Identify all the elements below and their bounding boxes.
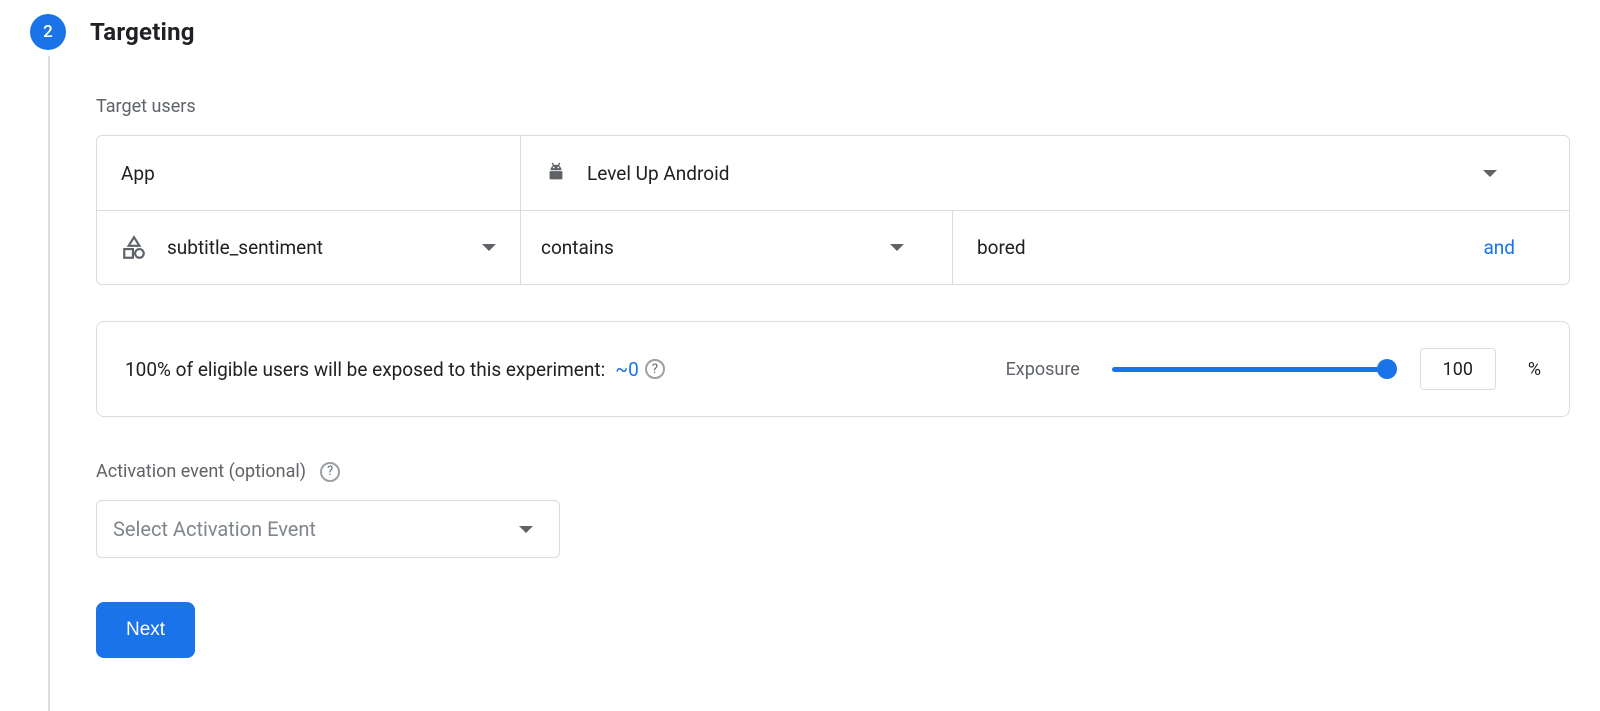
activation-event-label: Activation event (optional) [96,461,306,482]
condition-property-value: subtitle_sentiment [167,236,462,259]
activation-event-placeholder: Select Activation Event [113,517,316,541]
next-button[interactable]: Next [96,602,195,658]
exposure-label: Exposure [1006,359,1080,380]
slider-thumb[interactable] [1377,359,1397,379]
step-title: Targeting [90,18,195,46]
add-condition-and[interactable]: and [1483,236,1515,259]
chevron-down-icon [482,244,496,251]
target-app-select[interactable]: Level Up Android [521,136,1569,210]
slider-track [1112,367,1388,372]
chevron-down-icon [519,526,533,533]
exposure-slider[interactable] [1112,359,1388,379]
help-icon[interactable]: ? [320,462,340,482]
chevron-down-icon [1483,170,1497,177]
step-number-badge: 2 [30,14,66,50]
target-app-row-label: App [97,136,521,210]
condition-operator-select[interactable]: contains [521,211,953,284]
condition-value-cell[interactable]: bored and [953,211,1569,284]
exposure-summary: 100% of eligible users will be exposed t… [125,358,665,381]
help-icon[interactable]: ? [645,359,665,379]
step-header: 2 Targeting [30,14,1570,50]
exposure-panel: 100% of eligible users will be exposed t… [96,321,1570,417]
target-condition-row: subtitle_sentiment contains bored and [97,210,1569,284]
percent-sign: % [1528,359,1541,380]
chevron-down-icon [890,244,904,251]
target-users-label: Target users [96,96,1570,117]
condition-operator-value: contains [541,236,614,259]
activation-section: Activation event (optional) ? Select Act… [96,461,1570,558]
exposure-input[interactable] [1420,348,1496,390]
target-app-row: App Level [97,136,1569,210]
condition-property-select[interactable]: subtitle_sentiment [97,211,521,284]
step-connector-line [48,56,50,711]
category-icon [121,235,147,261]
condition-value-text: bored [977,236,1026,259]
activation-event-select[interactable]: Select Activation Event [96,500,560,558]
exposure-sentence: 100% of eligible users will be exposed t… [125,358,605,381]
target-users-table: App Level [96,135,1570,285]
android-icon [545,162,567,184]
exposure-estimate: ~0 [615,358,639,381]
target-app-selected-value: Level Up Android [587,162,729,185]
